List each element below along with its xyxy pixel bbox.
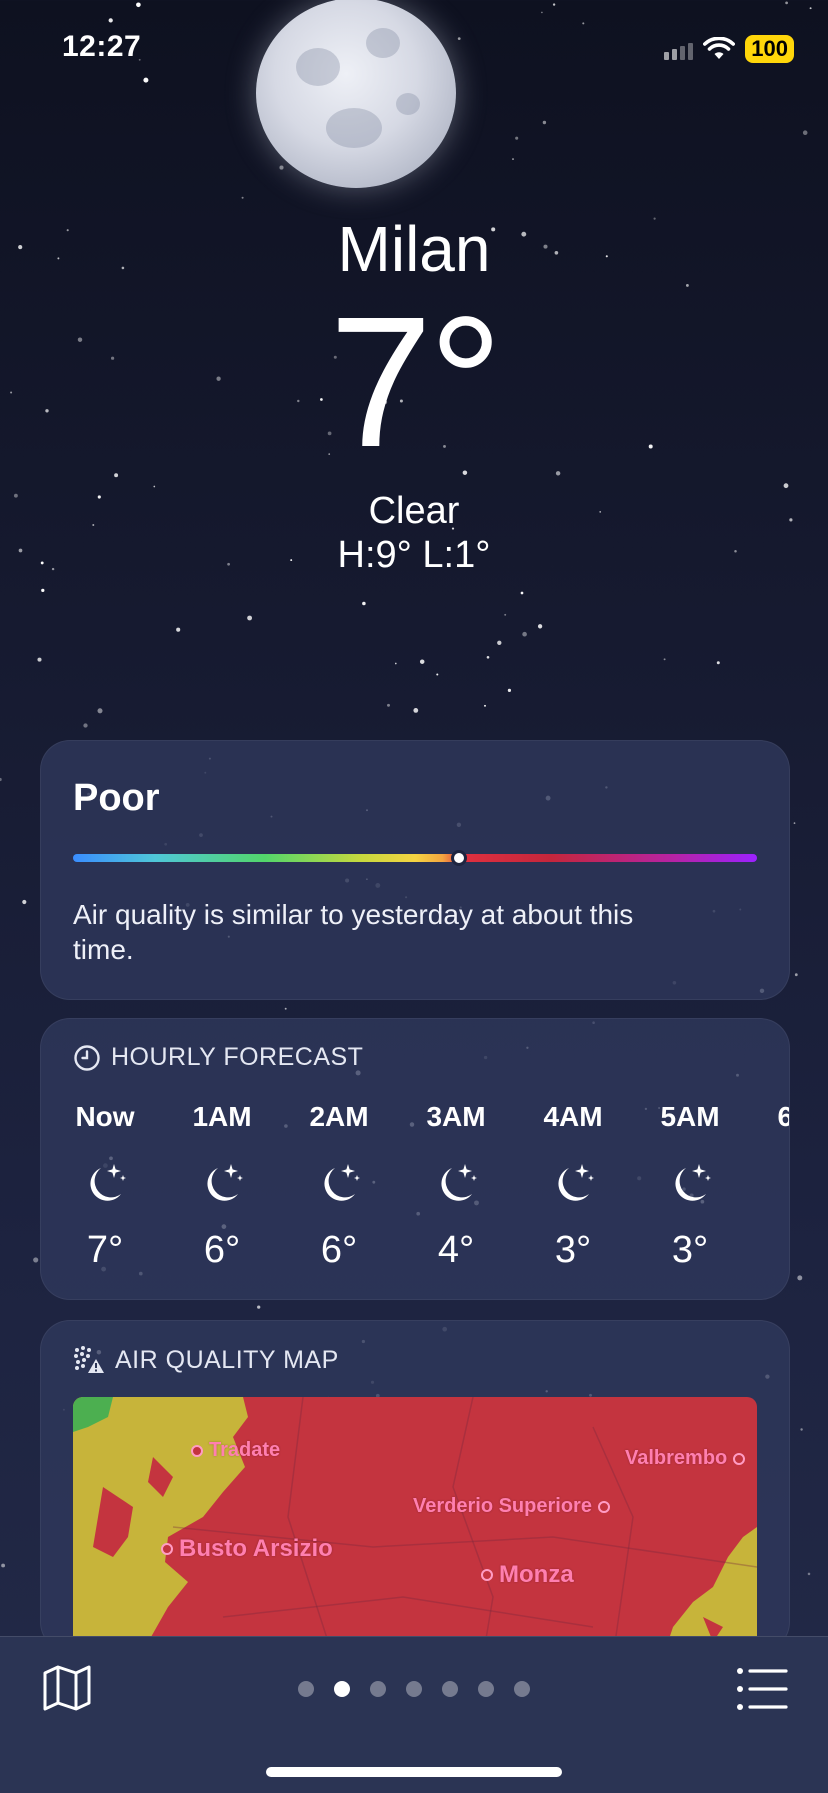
page-dot[interactable] bbox=[370, 1681, 386, 1697]
moon-stars-icon bbox=[299, 1149, 379, 1219]
hour-temperature: 4° bbox=[437, 1229, 475, 1271]
moon-image bbox=[256, 0, 456, 188]
hour-label: 1AM bbox=[192, 1101, 252, 1132]
air-quality-map-card[interactable]: AIR QUALITY MAP Tradate Valbrembo Verder bbox=[40, 1320, 790, 1652]
hour-temperature: 3° bbox=[554, 1229, 592, 1271]
air-quality-map-title: AIR QUALITY MAP bbox=[115, 1345, 339, 1374]
map-place-monza: Monza bbox=[481, 1561, 574, 1589]
map-place-tradate: Tradate bbox=[191, 1439, 280, 1462]
hourly-item: 1AM 6° bbox=[182, 1099, 262, 1272]
air-quality-map-header: AIR QUALITY MAP bbox=[73, 1345, 339, 1375]
hour-label: Now bbox=[75, 1101, 135, 1132]
list-icon[interactable] bbox=[734, 1661, 790, 1717]
moon-stars-icon bbox=[182, 1149, 262, 1219]
page-dot[interactable] bbox=[406, 1681, 422, 1697]
hour-label: 5AM bbox=[660, 1101, 720, 1132]
hourly-item: 4AM 3° bbox=[533, 1099, 613, 1272]
page-indicator[interactable] bbox=[0, 1681, 828, 1697]
hourly-item: 6AM 2° bbox=[767, 1099, 790, 1272]
moon-stars-icon bbox=[533, 1149, 613, 1219]
hour-label: 4AM bbox=[543, 1101, 603, 1132]
bottom-toolbar bbox=[0, 1636, 828, 1793]
hour-label: 3AM bbox=[426, 1101, 486, 1132]
hourly-item: 3AM 4° bbox=[416, 1099, 496, 1272]
air-quality-level: Poor bbox=[73, 777, 160, 819]
page-dot[interactable] bbox=[442, 1681, 458, 1697]
hourly-item: Now 7° bbox=[65, 1099, 145, 1272]
air-quality-map[interactable]: Tradate Valbrembo Verderio Superiore Bus… bbox=[73, 1397, 757, 1651]
air-quality-map-layer bbox=[73, 1397, 757, 1651]
high-low-temperature: H:9° L:1° bbox=[337, 534, 491, 576]
hourly-forecast-card[interactable]: HOURLY FORECAST Now 7° 1AM 6° 2AM 6° 3AM 4° 4AM 3… bbox=[40, 1018, 790, 1300]
cellular-signal-icon bbox=[664, 38, 694, 60]
page-dot[interactable] bbox=[514, 1681, 530, 1697]
hourly-forecast-header: HOURLY FORECAST bbox=[73, 1043, 363, 1072]
hour-temperature: 6° bbox=[320, 1229, 358, 1271]
status-time: 12:27 bbox=[62, 30, 142, 63]
air-quality-indicator-dot bbox=[451, 850, 468, 866]
battery-indicator: 100 bbox=[745, 35, 794, 63]
hour-temperature: 2° bbox=[767, 1229, 790, 1272]
hourly-item: 2AM 6° bbox=[299, 1099, 379, 1272]
map-place-valbrembo: Valbrembo bbox=[625, 1447, 746, 1470]
city-name: Milan bbox=[337, 213, 491, 285]
hour-label: 6AM bbox=[767, 1099, 789, 1135]
status-indicators: 100 bbox=[664, 34, 794, 64]
hour-temperature: 3° bbox=[671, 1229, 709, 1271]
wifi-icon bbox=[703, 37, 736, 59]
hour-temperature: 7° bbox=[86, 1229, 124, 1271]
moon-stars-icon bbox=[650, 1149, 730, 1219]
air-quality-scale-bar bbox=[73, 850, 757, 866]
home-indicator[interactable] bbox=[266, 1767, 562, 1777]
page-dot[interactable] bbox=[334, 1681, 350, 1697]
page-dot[interactable] bbox=[478, 1681, 494, 1697]
air-quality-description: Air quality is similar to yesterday at a… bbox=[73, 899, 634, 965]
hourly-forecast-list[interactable]: Now 7° 1AM 6° 2AM 6° 3AM 4° 4AM 3° 5AM 3° 6AM 2° bbox=[41, 1099, 789, 1299]
air-quality-card[interactable]: Poor Air quality is similar to yesterday… bbox=[40, 740, 790, 1000]
hourly-forecast-title: HOURLY FORECAST bbox=[111, 1043, 364, 1071]
current-temperature: 7° bbox=[329, 279, 503, 486]
air-quality-warning-icon bbox=[74, 1346, 104, 1373]
weather-condition: Clear bbox=[368, 490, 460, 532]
moon-stars-icon bbox=[65, 1149, 145, 1219]
moon-stars-icon bbox=[767, 1149, 789, 1219]
page-dot[interactable] bbox=[298, 1681, 314, 1697]
clock-icon bbox=[74, 1044, 100, 1071]
hourly-item: 5AM 3° bbox=[650, 1099, 730, 1272]
moon-stars-icon bbox=[416, 1149, 496, 1219]
map-place-verderio-superiore: Verderio Superiore bbox=[413, 1495, 610, 1518]
map-place-busto-arsizio: Busto Arsizio bbox=[161, 1535, 333, 1563]
hour-label: 2AM bbox=[309, 1101, 369, 1132]
hour-temperature: 6° bbox=[203, 1229, 241, 1271]
